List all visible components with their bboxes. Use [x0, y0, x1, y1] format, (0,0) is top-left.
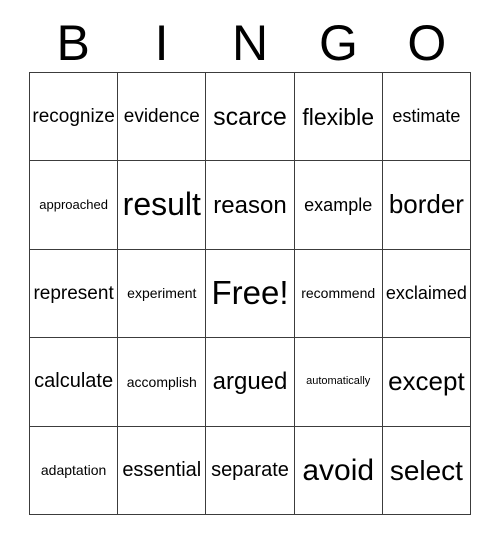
- bingo-cell[interactable]: estimate: [382, 73, 471, 162]
- bingo-cell-label: border: [388, 189, 464, 220]
- bingo-cell-label: argued: [212, 368, 288, 396]
- bingo-cell[interactable]: automatically: [294, 338, 383, 427]
- bingo-cell-label: experiment: [127, 285, 197, 302]
- bingo-cell[interactable]: calculate: [30, 338, 119, 427]
- bingo-free-cell[interactable]: Free!: [206, 249, 295, 339]
- bingo-cell[interactable]: exclaimed: [382, 249, 471, 339]
- bingo-header-row: B I NGO: [29, 14, 471, 72]
- bingo-card: B I NGO recognize evidence scarce flexible est…: [0, 0, 500, 544]
- bingo-cell-label: flexible: [302, 103, 374, 130]
- bingo-cell-label: example: [304, 194, 373, 215]
- bingo-cell-label: estimate: [392, 106, 461, 127]
- bingo-cell[interactable]: adaptation: [30, 426, 119, 515]
- bingo-cell[interactable]: scarce: [206, 73, 295, 162]
- bingo-cell-label: automatically: [306, 375, 371, 388]
- bingo-cell[interactable]: represent: [30, 249, 119, 339]
- bingo-cell[interactable]: separate: [206, 426, 295, 515]
- bingo-cell-label: recognize: [32, 105, 115, 127]
- bingo-header-letter-o: O: [407, 15, 447, 71]
- bingo-cell[interactable]: recognize: [30, 73, 119, 162]
- bingo-cell-label: evidence: [123, 105, 200, 127]
- bingo-header-letter-i: I: [154, 15, 169, 71]
- bingo-cell[interactable]: approached: [30, 161, 119, 250]
- bingo-cell-label: adaptation: [40, 461, 107, 478]
- bingo-cell[interactable]: flexible: [294, 73, 383, 162]
- bingo-grid: recognize evidence scarce flexible estimate a…: [29, 72, 471, 515]
- bingo-cell-label: essential: [122, 458, 202, 481]
- bingo-cell-label: avoid: [302, 453, 375, 487]
- bingo-cell[interactable]: avoid: [294, 426, 383, 515]
- bingo-cell-label: scarce: [213, 102, 287, 131]
- bingo-cell-label: separate: [211, 458, 289, 481]
- bingo-cell[interactable]: reason: [206, 161, 295, 250]
- bingo-cell[interactable]: experiment: [118, 249, 207, 339]
- bingo-cell-label: except: [388, 366, 465, 397]
- bingo-cell-label: Free!: [211, 274, 289, 312]
- bingo-cell[interactable]: accomplish: [118, 338, 207, 427]
- bingo-header-letter-g: G: [318, 15, 358, 71]
- bingo-cell-label: accomplish: [126, 373, 197, 390]
- bingo-header-letter-n: N: [231, 15, 269, 71]
- bingo-cell[interactable]: example: [294, 161, 383, 250]
- bingo-cell-label: approached: [39, 197, 108, 213]
- bingo-cell[interactable]: result: [118, 161, 207, 250]
- bingo-cell-label: select: [389, 454, 463, 486]
- bingo-header-letter-b: B: [56, 15, 90, 71]
- bingo-cell[interactable]: argued: [206, 338, 295, 427]
- bingo-cell[interactable]: select: [382, 426, 471, 515]
- bingo-cell[interactable]: except: [382, 338, 471, 427]
- bingo-cell-label: reason: [213, 191, 287, 219]
- bingo-cell[interactable]: evidence: [118, 73, 207, 162]
- bingo-cell-label: represent: [33, 282, 114, 304]
- bingo-cell-label: calculate: [34, 370, 114, 393]
- bingo-cell[interactable]: recommend: [294, 249, 383, 339]
- bingo-cell[interactable]: border: [382, 161, 471, 250]
- bingo-cell[interactable]: essential: [118, 426, 207, 515]
- bingo-cell-label: recommend: [301, 285, 376, 302]
- bingo-cell-label: exclaimed: [385, 283, 467, 304]
- bingo-cell-label: result: [122, 186, 201, 223]
